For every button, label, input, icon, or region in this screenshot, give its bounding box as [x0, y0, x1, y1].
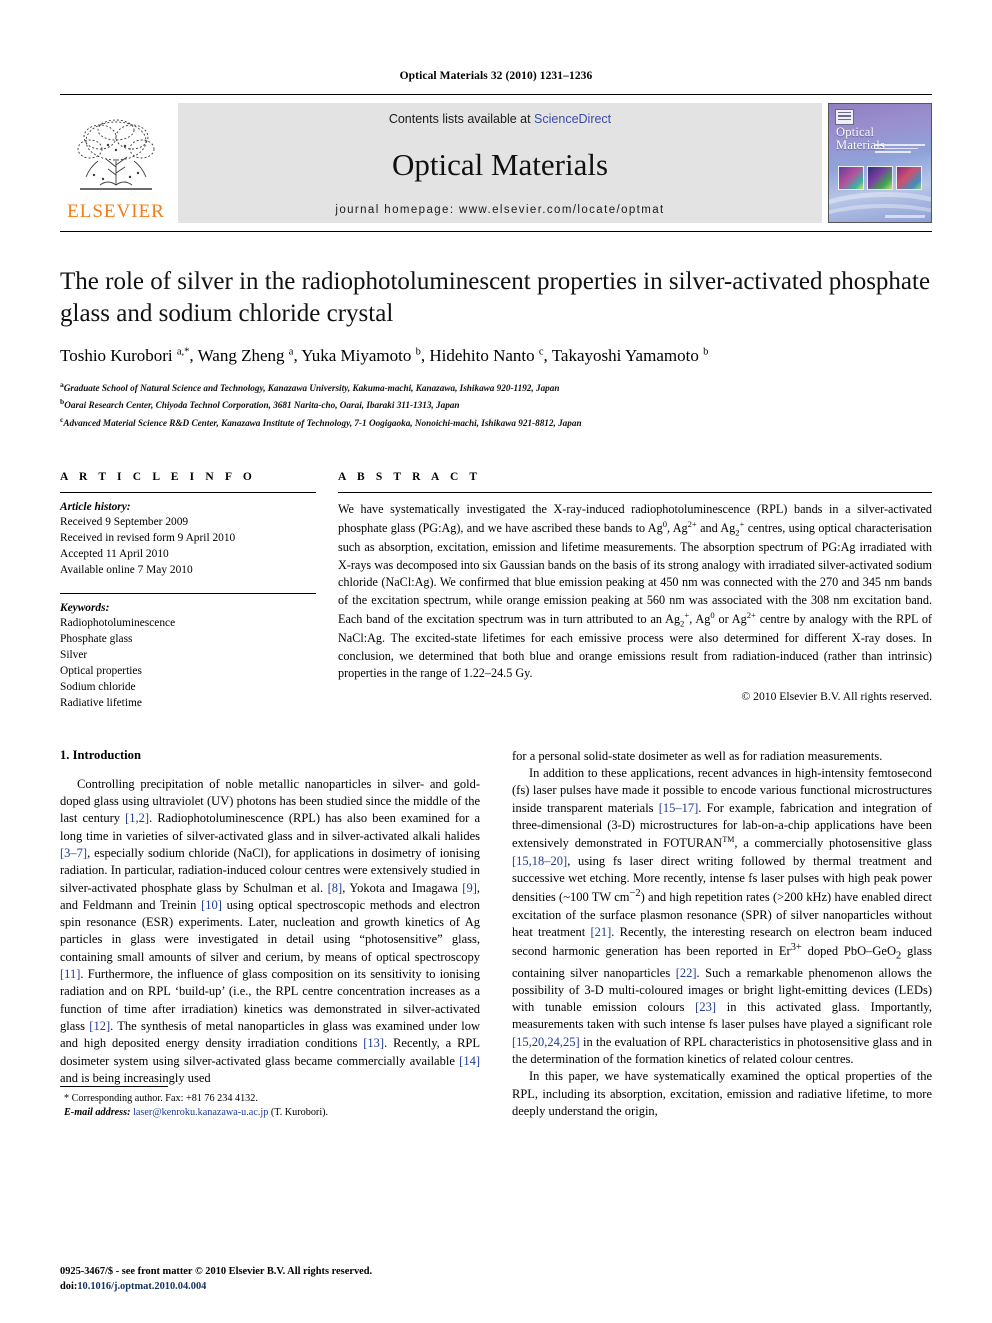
- keywords-rule: [60, 592, 316, 594]
- elsevier-tree-icon: [77, 119, 155, 190]
- article-info-rule: [60, 491, 316, 493]
- affiliation-item: bOarai Research Center, Chiyoda Technol …: [60, 396, 932, 413]
- article-history-list: Received 9 September 2009 Received in re…: [60, 514, 316, 579]
- article-title: The role of silver in the radiophotolumi…: [60, 268, 931, 327]
- doi-line: doi:10.1016/j.optmat.2010.04.004: [60, 1280, 932, 1295]
- cover-tile: [838, 166, 864, 190]
- issn-copyright-line: 0925-3467/$ - see front matter © 2010 El…: [60, 1266, 373, 1278]
- elsevier-logo: ELSEVIER: [60, 103, 172, 223]
- body-columns: 1. Introduction Controlling precipitatio…: [60, 748, 932, 1121]
- keyword-item: Radiative lifetime: [60, 697, 142, 710]
- body-column-right: for a personal solid-state dosimeter as …: [512, 748, 932, 1121]
- keyword-item: Phosphate glass: [60, 632, 133, 645]
- article-page: Optical Materials 32 (2010) 1231–1236 EL…: [0, 0, 992, 1323]
- footnote-email-line: E-mail address: laser@kenroku.kanazawa-u…: [60, 1106, 480, 1120]
- journal-masthead: ELSEVIER Contents lists available at Sci…: [60, 103, 932, 223]
- keyword-item: Silver: [60, 648, 88, 661]
- journal-title: Optical Materials: [391, 146, 609, 182]
- keyword-item: Sodium chloride: [60, 681, 136, 694]
- body-column-left: 1. Introduction Controlling precipitatio…: [60, 748, 480, 1121]
- doi-prefix: doi:: [60, 1281, 78, 1293]
- doi-link[interactable]: 10.1016/j.optmat.2010.04.004: [77, 1281, 206, 1292]
- article-history-label: Article history:: [60, 500, 131, 513]
- header-rule: [60, 94, 932, 95]
- history-item: Available online 7 May 2010: [60, 564, 193, 577]
- affiliation-item: cAdvanced Material Science R&D Center, K…: [60, 414, 932, 431]
- footnote-rule: [60, 1085, 168, 1087]
- body-paragraph: Controlling precipitation of noble metal…: [60, 776, 481, 1085]
- keywords-label: Keywords:: [60, 601, 110, 614]
- abstract-column: A B S T R A C T We have systematically i…: [338, 471, 932, 712]
- abstract-heading: A B S T R A C T: [338, 470, 482, 483]
- info-abstract-row: A R T I C L E I N F O Article history: R…: [60, 471, 932, 712]
- running-head: Optical Materials 32 (2010) 1231–1236: [399, 70, 593, 82]
- history-item: Received in revised form 9 April 2010: [60, 531, 236, 544]
- sciencedirect-link[interactable]: ScienceDirect: [534, 112, 611, 126]
- body-paragraph: In this paper, we have systematically ex…: [512, 1069, 932, 1118]
- masthead-bottom-rule: [60, 231, 932, 232]
- email-link[interactable]: laser@kenroku.kanazawa-u.ac.jp: [133, 1107, 268, 1118]
- cover-tile: [867, 166, 893, 190]
- body-paragraph: In addition to these applications, recen…: [512, 765, 933, 1067]
- email-owner: (T. Kurobori).: [270, 1107, 329, 1119]
- contents-available-line: Contents lists available at ScienceDirec…: [389, 112, 611, 126]
- affiliation-list: aGraduate School of Natural Science and …: [60, 379, 932, 431]
- contents-prefix: Contents lists available at: [388, 112, 535, 126]
- affiliation-text: Advanced Material Science R&D Center, Ka…: [63, 417, 582, 428]
- author-list: Toshio Kurobori a,*, Wang Zheng a, Yuka …: [60, 346, 709, 365]
- cover-tile: [896, 166, 922, 190]
- cover-image-tiles: [838, 166, 922, 190]
- elsevier-wordmark: ELSEVIER: [67, 201, 165, 222]
- history-item: Accepted 11 April 2010: [60, 548, 169, 561]
- abstract-copyright: © 2010 Elsevier B.V. All rights reserved…: [741, 690, 932, 704]
- journal-band: Contents lists available at ScienceDirec…: [178, 103, 822, 223]
- keyword-item: Radiophotoluminescence: [60, 616, 176, 629]
- body-paragraph: for a personal solid-state dosimeter as …: [512, 748, 883, 763]
- affiliation-text: Oarai Research Center, Chiyoda Technol C…: [64, 400, 460, 411]
- footnote-corresponding: * Corresponding author. Fax: +81 76 234 …: [64, 1092, 258, 1104]
- affiliation-text: Graduate School of Natural Science and T…: [63, 383, 560, 394]
- journal-cover-thumbnail[interactable]: Optical Materials: [828, 103, 932, 223]
- article-info-column: A R T I C L E I N F O Article history: R…: [60, 471, 338, 712]
- cover-subtitle-lines: [875, 144, 925, 160]
- abstract-rule: [338, 491, 932, 493]
- cover-swoosh: [829, 204, 931, 222]
- cover-footer-mark: [885, 215, 925, 218]
- section-heading-introduction: 1. Introduction: [60, 747, 141, 762]
- title-block: The role of silver in the radiophotolumi…: [60, 266, 932, 431]
- affiliation-item: aGraduate School of Natural Science and …: [60, 379, 932, 396]
- email-address-label: E-mail address:: [64, 1107, 131, 1119]
- cover-logo-badge: [835, 109, 854, 125]
- abstract-text: We have systematically investigated the …: [338, 501, 932, 681]
- article-info-heading: A R T I C L E I N F O: [60, 470, 256, 483]
- history-item: Received 9 September 2009: [60, 515, 189, 528]
- journal-homepage-link[interactable]: journal homepage: www.elsevier.com/locat…: [335, 204, 664, 216]
- corresponding-author-footnote: * Corresponding author. Fax: +81 76 234 …: [60, 1085, 480, 1121]
- page-footer: 0925-3467/$ - see front matter © 2010 El…: [60, 1265, 932, 1295]
- keyword-item: Optical properties: [60, 665, 142, 678]
- keywords-list: Radiophotoluminescence Phosphate glass S…: [60, 615, 316, 712]
